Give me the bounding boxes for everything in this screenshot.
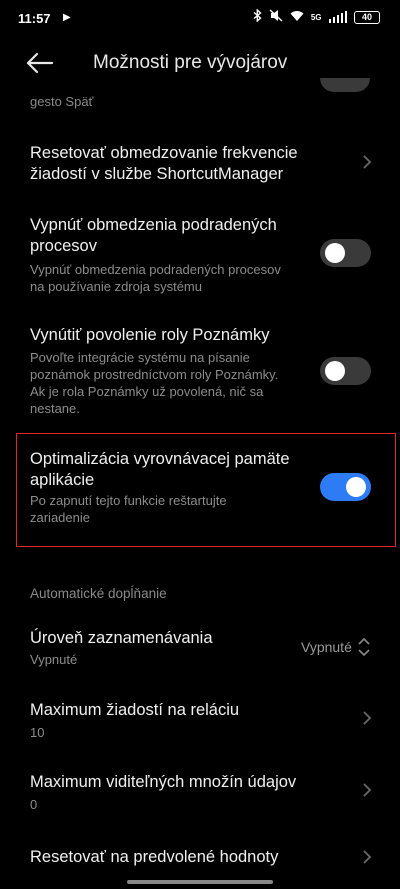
setting-value-subtitle: 10 [30, 725, 45, 740]
setting-title: Optimalizácia vyrovnávacej pamäte apliká… [30, 450, 290, 489]
partial-item-toggle[interactable] [320, 78, 370, 92]
setting-value-subtitle: 0 [30, 797, 38, 812]
signal-icon [328, 11, 347, 23]
setting-title: Vynútiť povolenie roly Poznámky [30, 326, 270, 344]
setting-title: Vypnúť obmedzenia podradených procesov [30, 216, 277, 255]
chevron-right-icon [363, 711, 372, 725]
toggle-knob [325, 361, 345, 381]
back-arrow-icon [26, 52, 54, 74]
media-play-icon: ▶ [63, 12, 71, 23]
toggle-switch[interactable] [320, 239, 371, 267]
status-time: 11:57 [18, 11, 51, 26]
back-button[interactable] [24, 48, 58, 78]
setting-reset-shortcutmanager[interactable]: Resetovať obmedzovanie frekvencie žiados… [0, 140, 400, 192]
chevron-right-icon [363, 850, 372, 864]
setting-title: Resetovať obmedzovanie frekvencie žiados… [30, 144, 298, 183]
setting-title: Maximum žiadostí na reláciu [30, 701, 240, 719]
battery-icon: 40 [354, 10, 380, 24]
setting-title: Úroveň zaznamenávania [30, 629, 213, 647]
page-title: Možnosti pre vývojárov [93, 52, 288, 73]
setting-value-subtitle: Vypnuté [30, 652, 78, 667]
setting-reset-to-defaults[interactable]: Resetovať na predvolené hodnoty [0, 846, 400, 876]
status-bar: 11:57 ▶ 5G 40 [0, 0, 400, 36]
setting-title: Maximum viditeľných množín údajov [30, 773, 297, 791]
toggle-knob [325, 243, 345, 263]
toggle-switch[interactable] [320, 357, 371, 385]
home-indicator[interactable] [127, 880, 273, 884]
bluetooth-icon [253, 8, 262, 25]
updown-chevron-icon[interactable] [357, 637, 371, 657]
partial-item-subtitle: gesto Späť [30, 94, 94, 109]
chevron-right-icon [363, 155, 372, 169]
section-header-autofill: Automatické dopĺňanie [30, 586, 167, 601]
status-icons: 5G 40 [253, 8, 380, 25]
setting-max-visible-datasets[interactable]: Maximum viditeľných množín údajov 0 [0, 772, 400, 818]
chevron-right-icon [363, 783, 372, 797]
setting-disable-child-process-restrictions[interactable]: Vypnúť obmedzenia podradených procesov V… [0, 213, 400, 303]
wifi-icon [290, 10, 304, 25]
toggle-switch[interactable] [320, 473, 371, 501]
setting-force-notes-role[interactable]: Vynútiť povolenie roly Poznámky Povoľte … [0, 325, 400, 420]
setting-description: Povoľte integrácie systému na písanie po… [30, 350, 279, 416]
network-type-label: 5G [310, 12, 322, 22]
setting-max-requests-per-session[interactable]: Maximum žiadostí na reláciu 10 [0, 700, 400, 746]
battery-level: 40 [361, 11, 372, 22]
toggle-knob [346, 477, 366, 497]
setting-title: Resetovať na predvolené hodnoty [30, 848, 279, 866]
setting-description: Vypnúť obmedzenia podradených procesov n… [30, 262, 281, 294]
setting-description: Po zapnutí tejto funkcie reštartujte zar… [30, 493, 227, 525]
setting-app-cache-optimization[interactable]: Optimalizácia vyrovnávacej pamäte apliká… [0, 449, 400, 533]
logging-level-dropdown-value[interactable]: Vypnuté [301, 639, 352, 655]
mute-icon [269, 9, 283, 25]
